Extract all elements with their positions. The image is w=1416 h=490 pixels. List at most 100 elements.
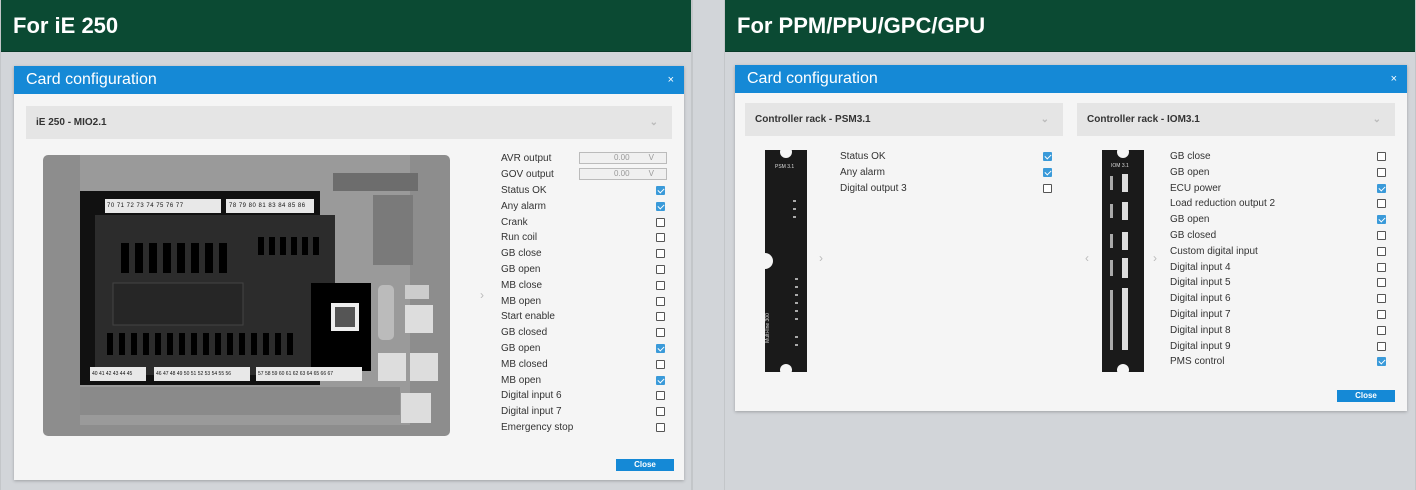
- card-select-dropdown[interactable]: iE 250 - MIO2.1 ⌄: [26, 106, 672, 139]
- checkbox[interactable]: [1377, 294, 1386, 304]
- checkbox-label: GB open: [1170, 166, 1210, 178]
- checkbox-label: MB close: [501, 279, 543, 291]
- checkbox[interactable]: [1377, 309, 1386, 319]
- terminal-labels-bottom-a: 40 41 42 43 44 45: [92, 371, 133, 377]
- chevron-down-icon: ⌄: [1372, 114, 1381, 125]
- checkbox[interactable]: [1377, 230, 1386, 240]
- psm-card-select-dropdown[interactable]: Controller rack - PSM3.1 ⌄: [745, 103, 1063, 136]
- checkbox[interactable]: [656, 217, 665, 227]
- dialog-title: Card configuration: [26, 71, 157, 88]
- avr-output-field[interactable]: 0.00 V: [579, 152, 667, 164]
- checkbox-label: Custom digital input: [1170, 245, 1258, 257]
- checkbox-label: Digital input 6: [1170, 293, 1231, 305]
- card-select-value: iE 250 - MIO2.1: [36, 117, 107, 128]
- checkbox-row: GB open: [501, 262, 671, 278]
- checkbox-label: Digital input 7: [1170, 308, 1231, 320]
- checkbox[interactable]: [1377, 357, 1386, 367]
- analog-output-label: GOV output: [501, 168, 554, 180]
- checkbox-row: Digital input 7: [501, 404, 671, 420]
- close-button[interactable]: Close: [616, 459, 674, 471]
- analog-output-row: AVR output 0.00 V: [501, 151, 671, 167]
- checkbox[interactable]: [656, 312, 665, 322]
- next-arrow-icon[interactable]: ›: [480, 288, 484, 302]
- checkbox-label: Digital output 3: [840, 182, 907, 194]
- checkbox[interactable]: [1377, 262, 1386, 272]
- analog-output-list: AVR output 0.00 V GOV output 0.00 V: [501, 151, 671, 183]
- checkbox[interactable]: [1043, 152, 1052, 161]
- checkbox-row: GB closed: [501, 325, 671, 341]
- iom-card-select-dropdown[interactable]: Controller rack - IOM3.1 ⌄: [1077, 103, 1395, 136]
- checkbox-label: GB open: [501, 342, 541, 354]
- psm-module-illustration: [757, 146, 798, 376]
- checkbox-row: Digital input 6: [501, 388, 671, 404]
- checkbox-row: Emergency stop: [501, 420, 671, 436]
- dialog-title-bar: Card configuration ×: [14, 66, 684, 94]
- iom31-module-image: IOM 3.1: [1102, 146, 1144, 376]
- checkbox[interactable]: [656, 359, 665, 369]
- checkbox[interactable]: [1377, 167, 1386, 177]
- checkbox-row: Digital input 7: [1170, 307, 1395, 323]
- iom-prev-arrow-icon[interactable]: ‹: [1085, 251, 1089, 265]
- checkbox[interactable]: [656, 264, 665, 274]
- card-configuration-dialog-ie250: Card configuration × iE 250 - MIO2.1 ⌄ 7…: [14, 66, 684, 480]
- close-icon[interactable]: ×: [1391, 65, 1397, 93]
- checkbox-label: Status OK: [501, 185, 547, 196]
- terminal-labels-top-b: 78 79 80 81 83 84 85 86: [229, 203, 306, 209]
- checkbox[interactable]: [656, 249, 665, 259]
- checkbox[interactable]: [656, 280, 665, 290]
- terminal-labels-bottom-b: 46 47 48 49 50 51 52 53 54 55 56: [156, 371, 232, 377]
- chevron-down-icon: ⌄: [1040, 114, 1049, 125]
- checkbox-label: ECU power: [1170, 182, 1222, 194]
- checkbox[interactable]: [656, 375, 665, 385]
- checkbox-row: MB open: [501, 373, 671, 389]
- checkbox-row: Crank: [501, 215, 671, 231]
- checkbox-row: ECU power: [1170, 181, 1395, 197]
- checkbox[interactable]: [656, 328, 665, 338]
- close-icon[interactable]: ×: [668, 66, 674, 94]
- psm-next-arrow-icon[interactable]: ›: [819, 251, 823, 265]
- checkbox-row: GB closed: [1170, 228, 1395, 244]
- checkbox[interactable]: [656, 422, 665, 432]
- iom-next-arrow-icon[interactable]: ›: [1153, 251, 1157, 265]
- column-divider: [692, 0, 724, 490]
- checkbox[interactable]: [656, 201, 665, 211]
- checkbox[interactable]: [656, 407, 665, 417]
- checkbox-label: Digital input 5: [1170, 277, 1231, 289]
- analog-output-label: AVR output: [501, 153, 552, 164]
- checkbox-row: Status OK: [840, 149, 1058, 165]
- checkbox-row: Digital output 3: [840, 181, 1058, 197]
- checkbox-label: Crank: [501, 216, 528, 228]
- checkbox-row: GB open: [1170, 165, 1395, 181]
- device-illustration: [80, 155, 438, 425]
- psm-side-label: Multi-line 300: [764, 313, 771, 343]
- checkbox[interactable]: [1377, 278, 1386, 288]
- analog-output-row: GOV output 0.00 V: [501, 167, 671, 183]
- checkbox[interactable]: [1377, 341, 1386, 351]
- checkbox-label: Digital input 8: [1170, 324, 1231, 336]
- checkbox-row: Digital input 8: [1170, 323, 1395, 339]
- checkbox[interactable]: [1377, 246, 1386, 256]
- close-button[interactable]: Close: [1337, 390, 1395, 402]
- checkbox-row: Digital input 9: [1170, 339, 1395, 355]
- checkbox-row: Status OK: [501, 183, 671, 199]
- checkbox-row: GB close: [501, 246, 671, 262]
- iom-module-label: IOM 3.1: [1111, 163, 1129, 169]
- checkbox[interactable]: [656, 391, 665, 401]
- checkbox[interactable]: [656, 343, 665, 353]
- checkbox-row: MB close: [501, 278, 671, 294]
- iom-module-illustration: [1110, 146, 1129, 376]
- checkbox[interactable]: [1043, 183, 1052, 193]
- checkbox-row: Run coil: [501, 230, 671, 246]
- card-configuration-dialog-rack: Card configuration × Controller rack - P…: [735, 65, 1407, 411]
- checkbox[interactable]: [656, 186, 665, 195]
- checkbox[interactable]: [656, 296, 665, 306]
- checkbox[interactable]: [1377, 215, 1386, 225]
- checkbox[interactable]: [1377, 152, 1386, 161]
- checkbox[interactable]: [656, 233, 665, 243]
- checkbox[interactable]: [1377, 325, 1386, 335]
- checkbox[interactable]: [1377, 199, 1386, 209]
- checkbox[interactable]: [1377, 183, 1386, 193]
- checkbox-row: GB open: [1170, 212, 1395, 228]
- checkbox[interactable]: [1043, 167, 1052, 177]
- gov-output-field[interactable]: 0.00 V: [579, 167, 667, 180]
